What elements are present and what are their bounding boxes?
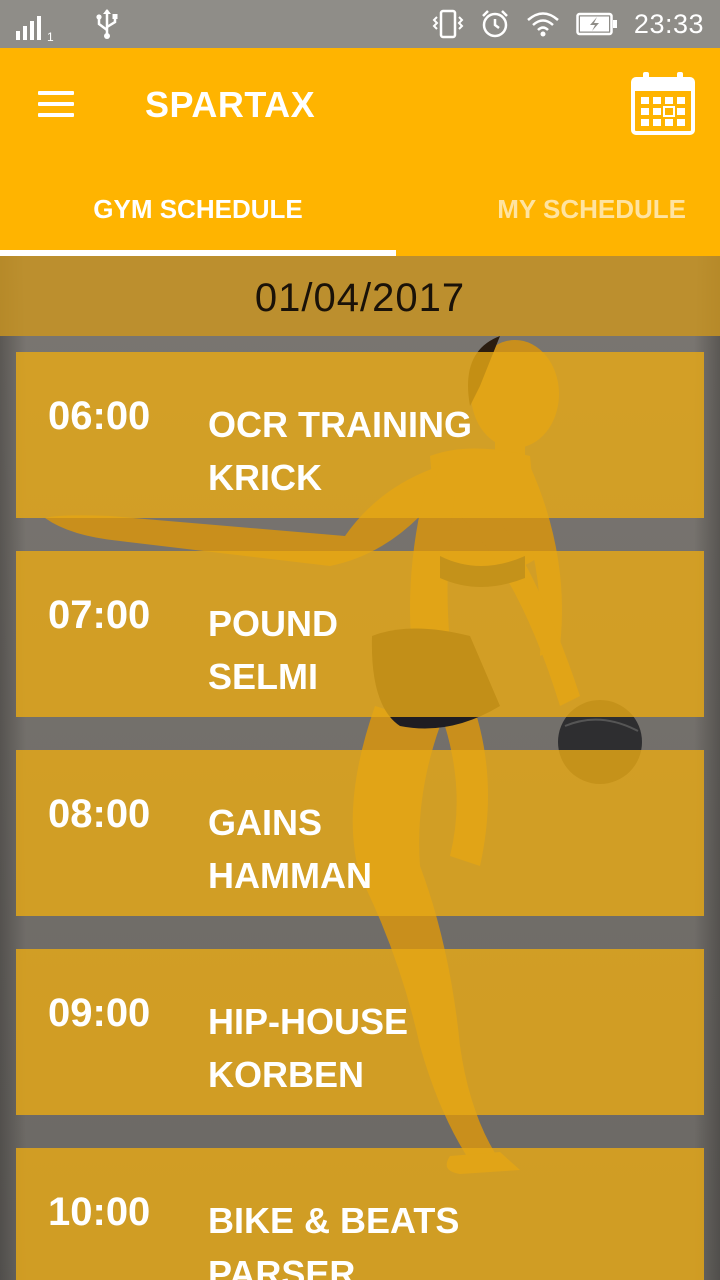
status-bar: 1 23:33 <box>0 0 720 48</box>
tab-bar: GYM SCHEDULE MY SCHEDULE <box>0 180 720 256</box>
class-info: OCR TRAINING KRICK <box>208 398 472 504</box>
class-instructor: KORBEN <box>208 1054 365 1095</box>
hamburger-menu-icon[interactable] <box>36 89 76 119</box>
class-card[interactable]: 08:00 GAINS HAMMAN <box>16 750 704 916</box>
class-time: 06:00 <box>48 394 151 438</box>
status-icons: 23:33 <box>432 7 704 41</box>
calendar-icon[interactable] <box>630 70 696 136</box>
battery-charging-icon <box>576 12 617 36</box>
class-instructor: PARSER <box>208 1253 356 1280</box>
tab-gym-schedule[interactable]: GYM SCHEDULE <box>0 180 396 256</box>
class-info: HIP-HOUSE KORBEN <box>208 995 408 1101</box>
class-name: BIKE & BEATS <box>208 1200 460 1241</box>
class-instructor: SELMI <box>208 656 319 697</box>
class-name: POUND <box>208 603 339 644</box>
class-name: HIP-HOUSE <box>208 1001 409 1042</box>
class-name: GAINS <box>208 802 323 843</box>
signal-icon <box>16 16 41 40</box>
class-time: 09:00 <box>48 991 151 1035</box>
app-title: SPARTAX <box>145 84 316 125</box>
class-card[interactable]: 06:00 OCR TRAINING KRICK <box>16 352 704 518</box>
class-time: 07:00 <box>48 593 151 637</box>
vibrate-icon <box>432 9 464 39</box>
tab-my-schedule-label: MY SCHEDULE <box>497 194 686 224</box>
tab-gym-schedule-label: GYM SCHEDULE <box>93 194 303 224</box>
class-instructor: HAMMAN <box>208 855 372 896</box>
schedule-date: 01/04/2017 <box>0 256 720 336</box>
class-info: BIKE & BEATS PARSER <box>208 1194 459 1280</box>
alarm-icon <box>482 10 508 38</box>
clock-time: 23:33 <box>633 8 704 39</box>
class-time: 08:00 <box>48 792 151 836</box>
class-info: POUND SELMI <box>208 597 338 703</box>
app-bar: SPARTAX GYM SCHEDULE MY SCHEDULE <box>0 48 720 256</box>
sim-label: 1 <box>47 30 54 44</box>
wifi-icon <box>527 12 559 37</box>
class-card[interactable]: 07:00 POUND SELMI <box>16 551 704 717</box>
class-info: GAINS HAMMAN <box>208 796 372 902</box>
usb-icon <box>96 9 118 39</box>
signal-group: 1 <box>16 10 54 44</box>
class-name: OCR TRAINING <box>208 404 472 445</box>
class-card[interactable]: 10:00 BIKE & BEATS PARSER <box>16 1148 704 1280</box>
schedule-content[interactable]: 01/04/2017 06:00 OCR TRAINING KRICK 07:0… <box>0 256 720 1280</box>
class-instructor: KRICK <box>208 457 322 498</box>
class-card[interactable]: 09:00 HIP-HOUSE KORBEN <box>16 949 704 1115</box>
class-time: 10:00 <box>48 1190 151 1234</box>
tab-my-schedule[interactable]: MY SCHEDULE <box>396 180 720 256</box>
